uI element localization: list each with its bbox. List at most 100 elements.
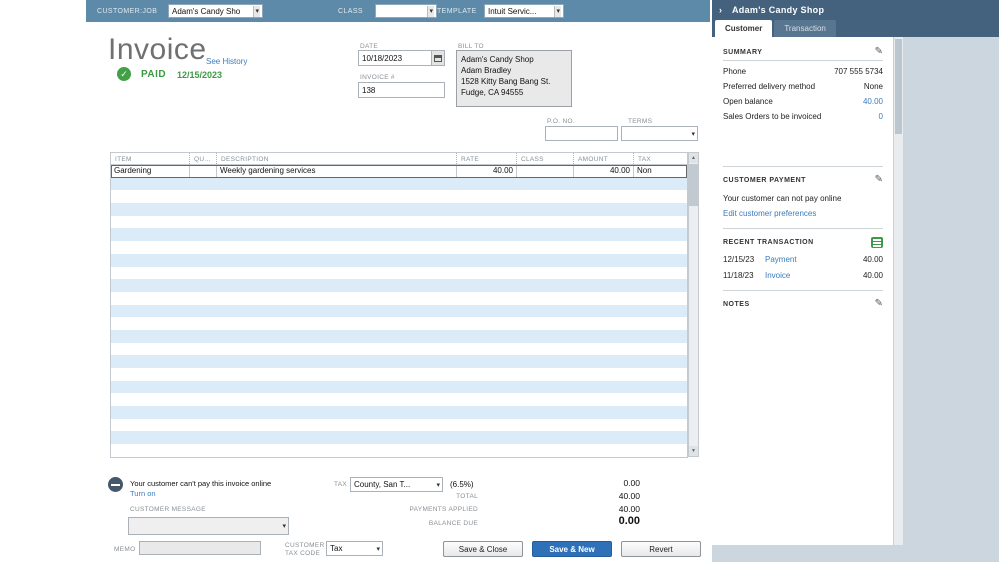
cell-rate[interactable] <box>456 241 516 254</box>
cell-tax[interactable] <box>633 178 689 191</box>
invoice-table-row[interactable] <box>111 431 687 445</box>
cell-amount[interactable] <box>573 343 633 356</box>
cell-amount[interactable] <box>573 216 633 229</box>
cell-tax[interactable] <box>633 406 689 419</box>
cell-item[interactable] <box>111 381 189 394</box>
cell-amount[interactable] <box>573 305 633 318</box>
cell-class[interactable] <box>516 279 573 292</box>
cell-amount[interactable] <box>573 368 633 381</box>
cell-description[interactable] <box>216 431 456 444</box>
cell-description[interactable] <box>216 330 456 343</box>
cell-item[interactable] <box>111 444 189 457</box>
cell-description[interactable] <box>216 267 456 280</box>
cell-description[interactable] <box>216 241 456 254</box>
cell-amount[interactable] <box>573 406 633 419</box>
invoice-table-row[interactable] <box>111 253 687 267</box>
invoice-table-row[interactable] <box>111 355 687 368</box>
cell-qty[interactable] <box>189 241 216 254</box>
cell-description[interactable] <box>216 292 456 305</box>
cell-rate[interactable] <box>456 343 516 356</box>
cell-tax[interactable] <box>633 419 689 432</box>
cell-description[interactable] <box>216 203 456 216</box>
invoice-table-row[interactable] <box>111 342 689 356</box>
cell-rate[interactable] <box>456 228 516 241</box>
cell-amount[interactable] <box>573 267 633 280</box>
cell-amount[interactable] <box>573 330 633 343</box>
cell-tax[interactable] <box>633 368 689 381</box>
cell-tax[interactable] <box>633 393 689 406</box>
cell-description[interactable] <box>216 368 456 381</box>
cell-rate[interactable] <box>456 330 516 343</box>
customer-tax-code-dropdown[interactable]: Tax ▾ <box>326 541 383 556</box>
invoice-table-row[interactable] <box>111 203 687 216</box>
column-header-tax[interactable]: TAX <box>633 153 689 164</box>
cell-item[interactable] <box>111 279 189 292</box>
cell-tax[interactable] <box>633 444 689 457</box>
cell-amount[interactable] <box>573 355 633 368</box>
tab-customer[interactable]: Customer <box>715 20 773 37</box>
cell-description[interactable] <box>216 419 456 432</box>
cell-rate[interactable] <box>456 190 516 203</box>
cell-tax[interactable] <box>633 355 689 368</box>
cell-class[interactable] <box>516 165 573 178</box>
invoice-table-row[interactable] <box>111 215 687 229</box>
cell-item[interactable] <box>111 178 189 191</box>
cell-description[interactable] <box>216 444 456 457</box>
cell-item[interactable] <box>111 317 189 330</box>
cell-amount[interactable] <box>573 431 633 444</box>
column-header-quantity[interactable]: QU... <box>189 153 216 164</box>
cell-qty[interactable] <box>189 406 216 419</box>
cell-qty[interactable] <box>189 292 216 305</box>
cell-rate[interactable] <box>456 393 516 406</box>
cell-item[interactable] <box>111 292 189 305</box>
cell-amount[interactable] <box>573 241 633 254</box>
cell-qty[interactable] <box>189 368 216 381</box>
cell-item[interactable] <box>111 203 189 216</box>
cell-tax[interactable] <box>633 241 689 254</box>
terms-dropdown[interactable]: ▾ <box>621 126 698 141</box>
cell-tax[interactable] <box>633 343 689 356</box>
cell-item[interactable] <box>111 393 189 406</box>
cell-rate[interactable] <box>456 368 516 381</box>
invoice-table-row[interactable] <box>111 368 687 381</box>
panel-scrollbar-thumb[interactable] <box>895 39 902 134</box>
column-header-class[interactable]: CLASS <box>516 153 573 164</box>
tax-dropdown[interactable]: County, San T... ▾ <box>350 477 443 492</box>
cell-description[interactable]: Weekly gardening services <box>216 165 456 178</box>
cell-class[interactable] <box>516 368 573 381</box>
transaction-report-icon[interactable] <box>871 237 883 248</box>
cell-description[interactable] <box>216 317 456 330</box>
cell-item[interactable] <box>111 305 189 318</box>
column-header-rate[interactable]: RATE <box>456 153 516 164</box>
cell-class[interactable] <box>516 444 573 457</box>
cell-item[interactable] <box>111 228 189 241</box>
cell-description[interactable] <box>216 343 456 356</box>
edit-notes-icon[interactable]: ✎ <box>875 299 883 309</box>
cell-amount[interactable] <box>573 419 633 432</box>
invoice-table-row[interactable] <box>111 190 687 204</box>
cell-class[interactable] <box>516 241 573 254</box>
invoice-table-row[interactable] <box>111 228 687 242</box>
cell-amount[interactable] <box>573 393 633 406</box>
cell-amount[interactable] <box>573 292 633 305</box>
scroll-down-icon[interactable]: ▼ <box>689 446 698 456</box>
cell-description[interactable] <box>216 393 456 406</box>
open-balance-link[interactable]: 40.00 <box>863 97 883 106</box>
cell-description[interactable] <box>216 279 456 292</box>
column-header-item[interactable]: ITEM <box>111 153 189 164</box>
cell-qty[interactable] <box>189 419 216 432</box>
cell-class[interactable] <box>516 305 573 318</box>
memo-input[interactable] <box>139 541 261 555</box>
invoice-table-row[interactable] <box>111 317 687 330</box>
cell-description[interactable] <box>216 178 456 191</box>
cell-qty[interactable] <box>189 279 216 292</box>
cell-class[interactable] <box>516 228 573 241</box>
cell-description[interactable] <box>216 228 456 241</box>
cell-qty[interactable] <box>189 190 216 203</box>
cell-class[interactable] <box>516 292 573 305</box>
cell-qty[interactable] <box>189 165 216 178</box>
panel-scrollbar[interactable] <box>893 37 903 545</box>
invoice-table-row[interactable] <box>111 380 687 394</box>
cell-rate[interactable] <box>456 317 516 330</box>
cell-class[interactable] <box>516 393 573 406</box>
